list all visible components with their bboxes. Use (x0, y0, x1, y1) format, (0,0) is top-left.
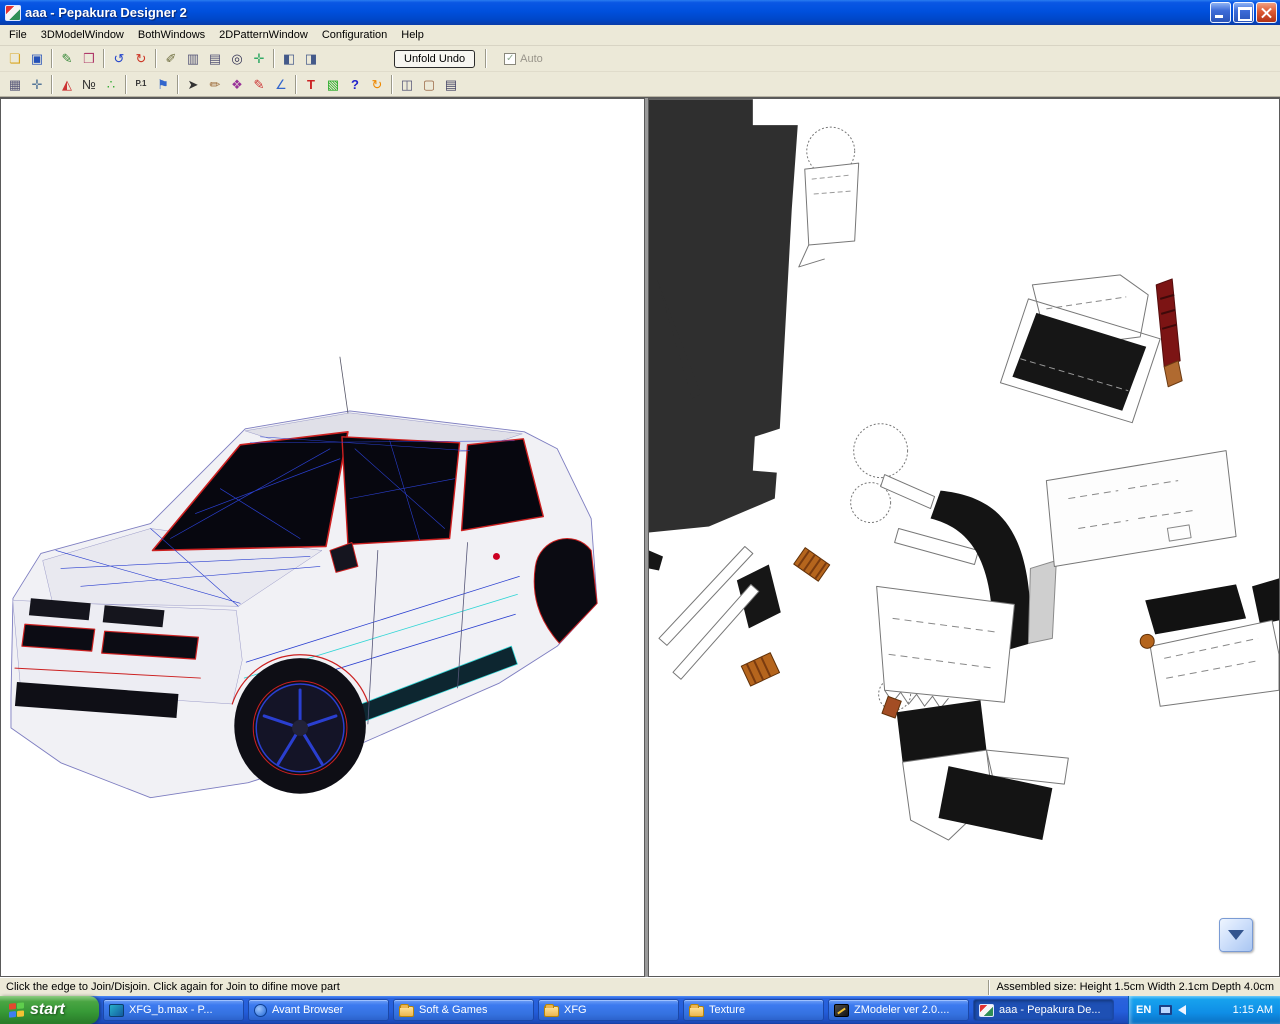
display-tray-icon[interactable] (1159, 1005, 1173, 1015)
zoom-icon[interactable]: ◎ (226, 48, 248, 69)
taskbar-item-xfg[interactable]: XFG (538, 999, 679, 1021)
toolbar-separator (51, 49, 53, 68)
start-label: start (30, 1001, 65, 1018)
taskbar-items: XFG_b.max - P... Avant Browser Soft & Ga… (99, 996, 1128, 1024)
toolbar-separator (485, 49, 488, 68)
menu-configuration[interactable]: Configuration (315, 26, 394, 44)
toolbar-separator (273, 49, 275, 68)
toolbar-separator (295, 74, 297, 94)
auto-checkbox[interactable]: ✓ Auto (504, 52, 543, 65)
vertex-dots-icon[interactable]: ∴ (100, 74, 122, 95)
close-button[interactable] (1256, 2, 1277, 23)
folder-icon (689, 1003, 704, 1017)
taskbar-item-soft-and-games[interactable]: Soft & Games (393, 999, 534, 1021)
edge-number-icon[interactable]: № (78, 74, 100, 95)
taskbar-item-avant-browser[interactable]: Avant Browser (248, 999, 389, 1021)
menu-help[interactable]: Help (394, 26, 431, 44)
zmodeler-icon (834, 1003, 849, 1017)
fit-view-icon[interactable]: ✛ (248, 48, 270, 69)
toolbar-separator (51, 74, 53, 94)
image-icon[interactable]: ▧ (322, 74, 344, 95)
folder-icon (544, 1003, 559, 1017)
toolbar-separator (177, 74, 179, 94)
page-number-icon[interactable]: P.1 (130, 74, 152, 95)
volume-tray-icon[interactable] (1178, 1005, 1187, 1015)
toolbar-main: ❏ ▣ ✎ ❒ ↺ ↻ ✐ ▥ ▤ ◎ ✛ ◧ ◨ Unfold Undo ✓ … (0, 46, 1280, 72)
page-setup-icon[interactable]: ▤ (204, 48, 226, 69)
menubar: File 3DModelWindow BothWindows 2DPattern… (0, 25, 1280, 46)
toolbar-separator (125, 74, 127, 94)
language-indicator[interactable]: EN (1136, 1004, 1151, 1016)
open-folder-icon[interactable]: ❏ (4, 48, 26, 69)
snap-grid-icon[interactable]: ✛ (26, 74, 48, 95)
pen-icon[interactable]: ✏ (204, 74, 226, 95)
taskbar-item-3dsmax[interactable]: XFG_b.max - P... (103, 999, 244, 1021)
status-assembled-size: Assembled size: Height 1.5cm Width 2.1cm… (996, 981, 1274, 993)
app-window: aaa - Pepakura Designer 2 File 3DModelWi… (0, 0, 1280, 1024)
taskbar-item-zmodeler[interactable]: ZModeler ver 2.0.... (828, 999, 969, 1021)
flag-icon[interactable]: ⚑ (152, 74, 174, 95)
toolbar-tools: ▦ ✛ ◭ № ∴ P.1 ⚑ ➤ ✏ ❖ ✎ ∠ T ▧ ? ↻ ◫ ▢ ▤ (0, 72, 1280, 97)
taskbar-item-pepakura[interactable]: aaa - Pepakura De... (973, 999, 1114, 1021)
ruler-icon[interactable]: ∠ (270, 74, 292, 95)
auto-checkbox-box[interactable]: ✓ (504, 52, 517, 65)
menu-file[interactable]: File (2, 26, 34, 44)
2d-window-icon[interactable]: ◨ (300, 48, 322, 69)
print-icon[interactable]: ▤ (440, 74, 462, 95)
palette-icon[interactable]: ❖ (226, 74, 248, 95)
2d-unfold-pattern (649, 99, 1279, 841)
pepakura-app-icon[interactable] (5, 4, 21, 21)
auto-checkbox-label: Auto (520, 52, 543, 65)
angle-threshold-icon[interactable]: ◭ (56, 74, 78, 95)
cursor-icon[interactable]: ➤ (182, 74, 204, 95)
3d-model-pane[interactable] (0, 98, 645, 977)
taskbar-item-texture[interactable]: Texture (683, 999, 824, 1021)
toolbar-separator (391, 74, 393, 94)
folder-icon (399, 1003, 414, 1017)
start-button[interactable]: start (0, 996, 99, 1024)
help-pointer-icon[interactable]: ? (344, 74, 366, 95)
unfold-undo-button[interactable]: Unfold Undo (394, 49, 476, 68)
minimize-button[interactable] (1210, 2, 1231, 23)
texture-paint-icon[interactable]: ✎ (56, 48, 78, 69)
menu-bothwindows[interactable]: BothWindows (131, 26, 212, 44)
window-title: aaa - Pepakura Designer 2 (25, 5, 187, 20)
save-icon[interactable]: ▣ (26, 48, 48, 69)
2d-pattern-pane[interactable] (648, 98, 1280, 977)
status-hint: Click the edge to Join/Disjoin. Click ag… (6, 981, 340, 993)
layout-columns-icon[interactable]: ▥ (182, 48, 204, 69)
crayon-icon[interactable]: ✎ (248, 74, 270, 95)
menu-3dmodelwindow[interactable]: 3DModelWindow (34, 26, 131, 44)
status-separator (988, 979, 991, 995)
edit-mode-icon[interactable]: ✐ (160, 48, 182, 69)
system-tray: EN 1:15 AM (1128, 996, 1280, 1024)
toolbar-separator (155, 49, 157, 68)
windows-flag-icon (9, 1001, 25, 1018)
pepakura-icon (979, 1003, 994, 1017)
chevron-down-icon (1228, 930, 1244, 940)
main-area (0, 97, 1280, 977)
rotate-part-icon[interactable]: ↻ (366, 74, 388, 95)
3d-car-model (10, 356, 598, 799)
text-icon[interactable]: T (300, 74, 322, 95)
avant-browser-icon (254, 1003, 267, 1017)
rotate-left-icon[interactable]: ↺ (108, 48, 130, 69)
maximize-button[interactable] (1233, 2, 1254, 23)
statusbar: Click the edge to Join/Disjoin. Click ag… (0, 977, 1280, 996)
taskbar: start XFG_b.max - P... Avant Browser Sof… (0, 996, 1280, 1024)
3d-window-icon[interactable]: ◧ (278, 48, 300, 69)
texture-view-icon[interactable]: ❒ (78, 48, 100, 69)
rotate-right-icon[interactable]: ↻ (130, 48, 152, 69)
case-icon[interactable]: ▢ (418, 74, 440, 95)
menu-2dpatternwindow[interactable]: 2DPatternWindow (212, 26, 315, 44)
clock[interactable]: 1:15 AM (1233, 1004, 1273, 1016)
scroll-down-button[interactable] (1219, 918, 1253, 952)
select-region-icon[interactable]: ▦ (4, 74, 26, 95)
3dsmax-icon (109, 1003, 124, 1017)
box-icon[interactable]: ◫ (396, 74, 418, 95)
titlebar: aaa - Pepakura Designer 2 (0, 0, 1280, 25)
toolbar-separator (103, 49, 105, 68)
